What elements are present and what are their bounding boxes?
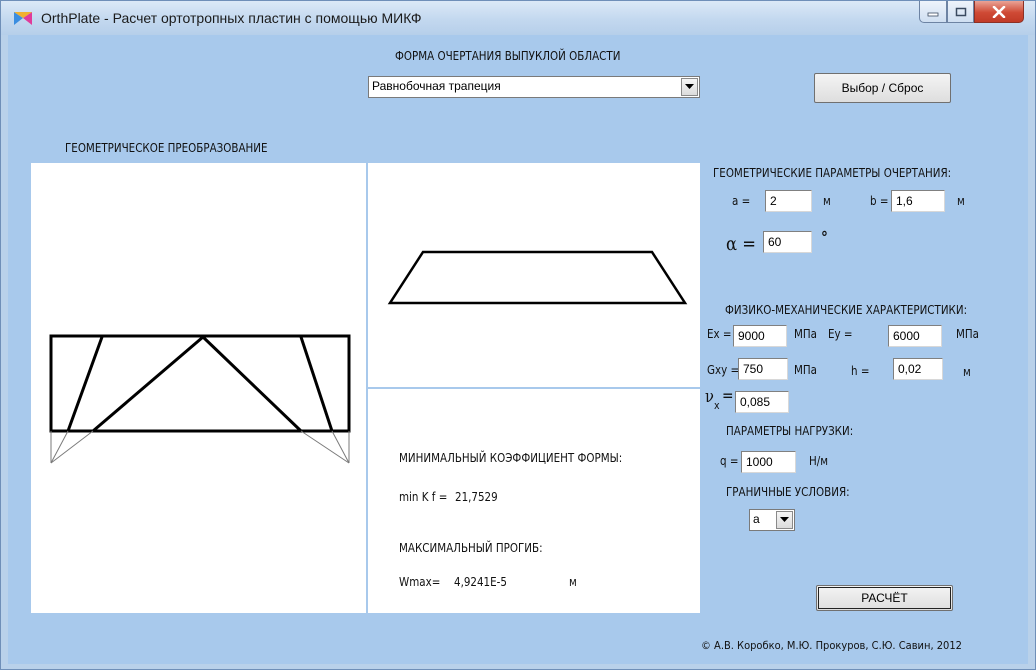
q-label: q = (720, 454, 739, 468)
nu-input[interactable]: 0,085 (735, 391, 789, 413)
load-heading: ПАРАМЕТРЫ НАГРУЗКИ: (726, 424, 854, 438)
shape-select[interactable]: Равнобочная трапеция (368, 76, 700, 98)
kf-value: 21,7529 (455, 490, 498, 504)
q-unit: Н/м (809, 454, 829, 468)
w-unit: м (569, 575, 577, 589)
alpha-unit: ° (821, 228, 828, 247)
boundary-select[interactable]: a (749, 509, 795, 531)
ex-input[interactable]: 9000 (733, 325, 787, 347)
alpha-input[interactable]: 60 (763, 231, 812, 253)
copyright-text: © А.В. Коробко, М.Ю. Прокуров, С.Ю. Сави… (701, 639, 962, 652)
transform-heading: ГЕОМЕТРИЧЕСКОЕ ПРЕОБРАЗОВАНИЕ (65, 141, 268, 155)
shape-preview-panel (368, 163, 700, 387)
nu-equals: = (722, 386, 734, 405)
ey-input[interactable]: 6000 (888, 325, 942, 347)
app-icon (14, 12, 32, 25)
w-heading: МАКСИМАЛЬНЫЙ ПРОГИБ: (399, 541, 543, 555)
ey-unit: МПа (956, 327, 979, 341)
nu-label: ν (705, 387, 714, 407)
chevron-down-icon[interactable] (776, 511, 793, 529)
gxy-unit: МПа (794, 363, 817, 377)
physics-heading: ФИЗИКО-МЕХАНИЧЕСКИЕ ХАРАКТЕРИСТИКИ: (725, 303, 968, 317)
kf-label: min K f = (399, 490, 448, 504)
window-title: OrthPlate - Расчет ортотропных пластин с… (41, 10, 422, 26)
shape-select-value: Равнобочная трапеция (372, 79, 501, 93)
geometry-heading: ГЕОМЕТРИЧЕСКИЕ ПАРАМЕТРЫ ОЧЕРТАНИЯ: (713, 166, 952, 180)
h-unit: м (963, 365, 971, 379)
ey-label: Ey = (828, 327, 853, 341)
select-reset-button[interactable]: Выбор / Сброс (814, 73, 951, 103)
shape-heading: ФОРМА ОЧЕРТАНИЯ ВЫПУКЛОЙ ОБЛАСТИ (395, 49, 621, 63)
boundary-heading: ГРАНИЧНЫЕ УСЛОВИЯ: (726, 485, 850, 499)
close-icon (992, 5, 1006, 18)
boundary-select-value: a (753, 512, 760, 526)
ex-label: Ex = (707, 327, 732, 341)
client-area: ФОРМА ОЧЕРТАНИЯ ВЫПУКЛОЙ ОБЛАСТИ Равнобо… (8, 35, 1028, 664)
h-label: h = (851, 364, 870, 378)
b-input[interactable]: 1,6 (891, 190, 945, 212)
minimize-button[interactable] (919, 1, 947, 23)
gxy-input[interactable]: 750 (738, 358, 788, 380)
transform-drawing (49, 334, 351, 464)
minimize-icon (927, 12, 939, 16)
a-input[interactable]: 2 (765, 190, 812, 212)
gxy-label: Gxy = (707, 363, 740, 377)
b-label: b = (870, 194, 889, 208)
ex-unit: МПа (794, 327, 817, 341)
kf-heading: МИНИМАЛЬНЫЙ КОЭФФИЦИЕНТ ФОРМЫ: (399, 451, 623, 465)
maximize-button[interactable] (947, 1, 974, 23)
w-value: 4,9241E-5 (454, 575, 507, 589)
close-button[interactable] (974, 1, 1024, 23)
nu-subscript: x (714, 399, 720, 412)
h-input[interactable]: 0,02 (893, 358, 943, 380)
maximize-icon (955, 7, 966, 16)
title-bar[interactable]: OrthPlate - Расчет ортотропных пластин с… (1, 1, 1035, 35)
q-input[interactable]: 1000 (741, 451, 796, 473)
shape-preview-drawing (387, 250, 688, 305)
chevron-down-icon[interactable] (681, 78, 698, 96)
w-label: Wmax= (399, 575, 441, 589)
transform-panel (31, 163, 366, 613)
app-window: OrthPlate - Расчет ортотропных пластин с… (0, 0, 1036, 670)
alpha-label: α = (726, 233, 756, 255)
calculate-button[interactable]: РАСЧЁТ (816, 585, 953, 611)
a-label: а = (732, 194, 751, 208)
a-unit: м (823, 194, 831, 208)
b-unit: м (957, 194, 965, 208)
